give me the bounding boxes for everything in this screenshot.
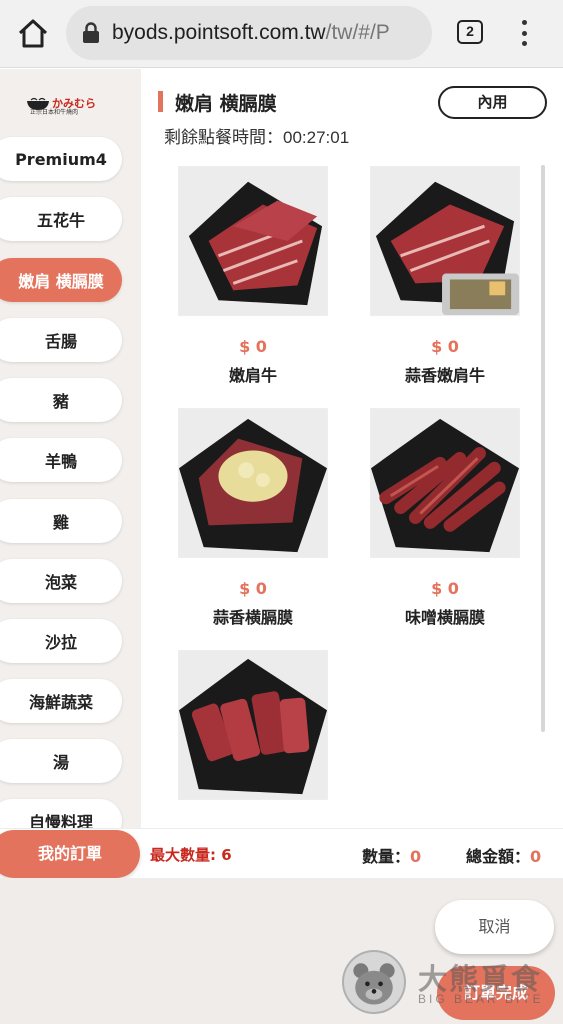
sidebar-item-soup[interactable]: 湯 bbox=[0, 739, 122, 783]
category-sidebar: かみむら 正宗日本和牛燒肉 Premium4 五花牛 嫩肩 横膈膜 舌腸 豬 羊… bbox=[0, 69, 141, 828]
item-price: $ 0 bbox=[431, 579, 459, 598]
logo-subtitle: 正宗日本和牛燒肉 bbox=[30, 109, 79, 116]
quantity: 數量：0 bbox=[362, 843, 421, 867]
item-price: $ 0 bbox=[239, 337, 267, 356]
item-image[interactable] bbox=[370, 408, 520, 558]
sidebar-item-pork-belly-beef[interactable]: 五花牛 bbox=[0, 197, 122, 241]
item-image[interactable] bbox=[178, 408, 328, 558]
order-timer: 剩餘點餐時間：00:27:01 bbox=[164, 123, 349, 148]
total-label: 總金額： bbox=[466, 847, 531, 866]
sidebar-item-pork[interactable]: 豬 bbox=[0, 378, 122, 422]
item-name: 嫩肩牛 bbox=[228, 366, 277, 385]
item-name: 蒜香横膈膜 bbox=[212, 608, 293, 627]
total-value: 0 bbox=[530, 847, 542, 866]
max-qty-value: 6 bbox=[221, 846, 232, 864]
browser-toolbar: byods.pointsoft.com.tw/tw/#/P 2 bbox=[0, 0, 563, 68]
qty-label: 數量： bbox=[362, 847, 411, 866]
item-image[interactable] bbox=[178, 166, 328, 316]
order-summary-bar: 我的訂單 最大數量: 6 數量：0 總金額：0 bbox=[0, 828, 563, 878]
url-path: /tw/#/P bbox=[325, 21, 390, 44]
lock-icon bbox=[83, 22, 99, 43]
menu-content: 嫩肩 横膈膜 內用 剩餘點餐時間：00:27:01 $ 0 嫩肩牛 $ 0 蒜香… bbox=[141, 69, 563, 828]
sidebar-item-chicken[interactable]: 雞 bbox=[0, 499, 122, 543]
sidebar-item-chuck-skirt[interactable]: 嫩肩 横膈膜 bbox=[0, 258, 122, 302]
scrollbar[interactable] bbox=[541, 165, 545, 732]
url-text: byods.pointsoft.com.tw/tw/#/P bbox=[112, 21, 390, 45]
sidebar-item-kimchi[interactable]: 泡菜 bbox=[0, 559, 122, 603]
sidebar-item-lamb-duck[interactable]: 羊鴨 bbox=[0, 438, 122, 482]
item-price: $ 0 bbox=[239, 579, 267, 598]
max-quantity: 最大數量: 6 bbox=[150, 844, 232, 865]
my-order-button[interactable]: 我的訂單 bbox=[0, 830, 140, 878]
cancel-button[interactable]: 取消 bbox=[435, 900, 554, 954]
address-bar[interactable]: byods.pointsoft.com.tw/tw/#/P bbox=[66, 6, 432, 60]
item-name: 蒜香嫩肩牛 bbox=[404, 366, 485, 385]
category-title: 嫩肩 横膈膜 bbox=[175, 93, 277, 115]
url-host: byods.pointsoft.com.tw bbox=[112, 21, 326, 44]
qty-value: 0 bbox=[410, 847, 422, 866]
sidebar-item-seafood-veg[interactable]: 海鮮蔬菜 bbox=[0, 679, 122, 723]
sidebar-item-specialty[interactable]: 自慢料理 bbox=[0, 799, 122, 828]
total-amount: 總金額：0 bbox=[466, 843, 541, 867]
category-marker bbox=[158, 91, 163, 112]
item-name: 味噌横膈膜 bbox=[404, 608, 485, 627]
sidebar-item-premium4[interactable]: Premium4 bbox=[0, 137, 122, 181]
sidebar-item-salad[interactable]: 沙拉 bbox=[0, 619, 122, 663]
item-image[interactable] bbox=[370, 166, 520, 316]
order-complete-button[interactable]: 訂單完成 bbox=[437, 966, 555, 1020]
timer-value: 00:27:01 bbox=[283, 128, 350, 147]
timer-label: 剩餘點餐時間： bbox=[164, 128, 283, 148]
tabs-icon[interactable]: 2 bbox=[457, 20, 483, 44]
dine-in-button[interactable]: 內用 bbox=[438, 86, 547, 119]
item-image[interactable] bbox=[178, 650, 328, 800]
footer-actions: 取消 訂單完成 bbox=[0, 878, 563, 1024]
max-qty-label: 最大數量: bbox=[150, 846, 216, 864]
item-price: $ 0 bbox=[431, 337, 459, 356]
more-vert-icon[interactable] bbox=[514, 18, 534, 48]
sidebar-item-tongue-intestine[interactable]: 舌腸 bbox=[0, 318, 122, 362]
home-icon[interactable] bbox=[16, 16, 50, 50]
